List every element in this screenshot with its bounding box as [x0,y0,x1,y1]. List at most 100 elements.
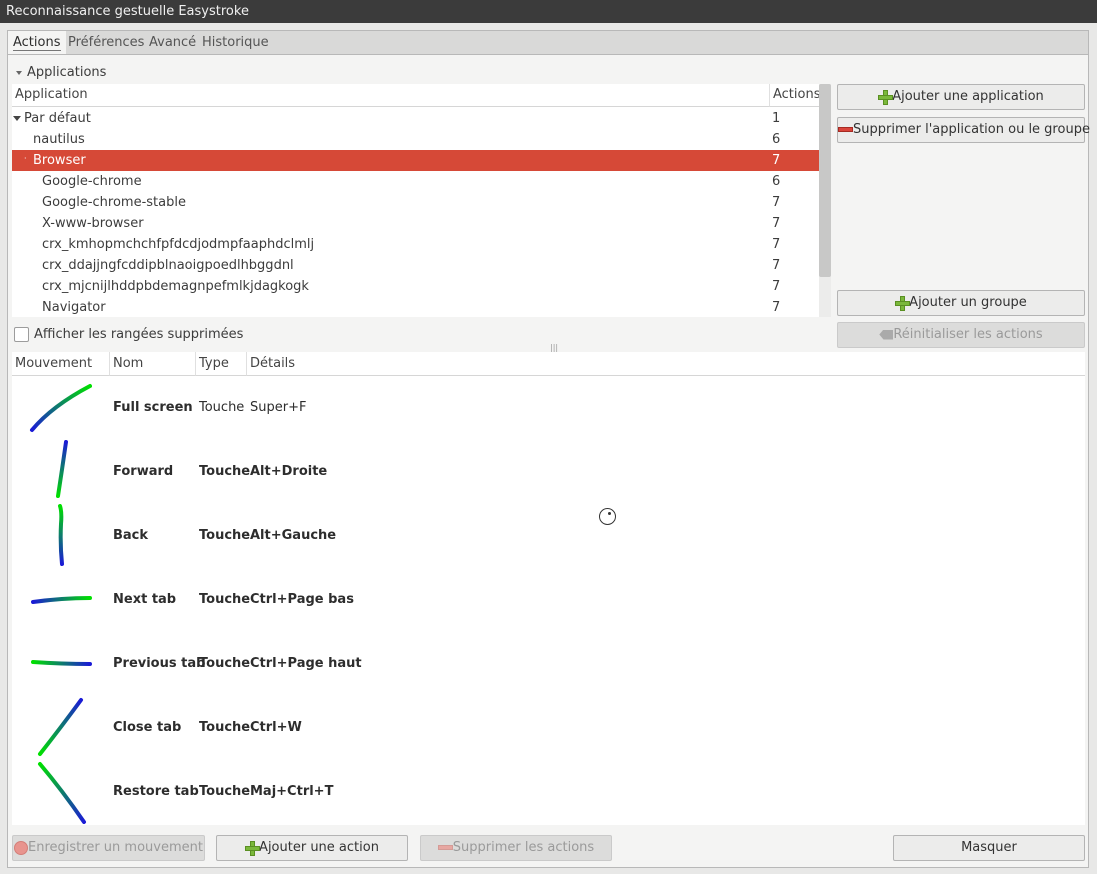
tree-row-count: 7 [772,258,781,273]
applications-expander-label: Applications [27,65,107,80]
record-gesture-label: Enregistrer un mouvement [28,840,203,855]
gesture-chevron-icon [38,762,86,824]
tree-row-count: 6 [772,174,781,189]
tab-advanced[interactable]: Avancé [144,31,201,54]
plus-icon [245,840,261,856]
column-header-gesture[interactable]: Mouvement [12,352,110,376]
action-type: Touche [199,720,251,735]
expanded-arrow-icon[interactable] [13,116,21,121]
tree-row-navigator[interactable]: Navigator 7 [12,297,819,317]
tree-row-label: Par défaut [24,111,91,126]
action-details: Alt+Gauche [250,528,337,543]
tree-row-google-chrome-stable[interactable]: Google-chrome-stable 7 [12,192,819,213]
action-type: Touche [199,784,251,799]
busy-cursor-icon [599,508,616,525]
action-row-back[interactable]: Back Touche Alt+Gauche [12,504,1085,568]
hide-button[interactable]: Masquer [893,835,1085,861]
tree-row-nautilus[interactable]: nautilus 6 [12,129,819,150]
pane-divider[interactable]: ||| [12,344,1084,352]
action-name: Full screen [113,400,193,415]
action-name: Restore tab [113,784,199,799]
tree-row-label: Google-chrome [42,174,142,189]
tree-row-count: 7 [772,300,781,315]
action-name: Close tab [113,720,182,735]
tree-row-browser[interactable]: · Browser 7 [12,150,819,171]
applications-scrollbar-thumb[interactable] [819,84,831,277]
delete-actions-label: Supprimer les actions [452,840,595,855]
action-type: Touche [199,656,251,671]
column-header-application[interactable]: Application [12,84,769,107]
tree-row-label: nautilus [33,132,85,147]
delete-actions-button[interactable]: Supprimer les actions [420,835,612,861]
minus-icon [437,845,453,850]
record-icon [14,840,29,855]
add-group-label: Ajouter un groupe [909,295,1027,310]
add-application-button[interactable]: Ajouter une application [837,84,1085,110]
record-gesture-button[interactable]: Enregistrer un mouvement [12,835,205,861]
tab-actions[interactable]: Actions [8,31,66,56]
expanded-arrow-icon[interactable]: · [24,150,27,168]
action-row-full-screen[interactable]: Full screen Touche Super+F [12,376,1085,440]
tree-row-label: crx_kmhopmchchfpfdcdjodmpfaaphdclmlj [42,237,315,252]
action-type: Touche [199,528,251,543]
tab-history[interactable]: Historique [197,31,274,54]
show-deleted-label[interactable]: Afficher les rangées supprimées [34,327,243,343]
action-row-close-tab[interactable]: Close tab Touche Ctrl+W [12,696,1085,760]
tree-row-crx-3[interactable]: crx_mjcnijlhddpbdemagnpefmlkjdagkogk 7 [12,276,819,297]
tree-row-label: crx_ddajjngfcddipblnaoigpoedlhbggdnl [42,258,294,273]
tree-row-count: 7 [772,195,781,210]
window-title: Reconnaissance gestuelle Easystroke [0,0,1097,23]
remove-application-button[interactable]: Supprimer l'application ou le groupe [837,117,1090,143]
gesture-diag-up-right-icon [30,384,92,432]
plus-icon [895,295,911,311]
action-row-previous-tab[interactable]: Previous tab Touche Ctrl+Page haut [12,632,1085,696]
action-name: Forward [113,464,174,479]
tab-preferences[interactable]: Préférences [63,31,149,54]
tree-row-par-defaut[interactable]: Par défaut 1 [12,108,819,129]
minus-icon [838,127,853,132]
tree-row-label: Navigator [42,300,106,315]
remove-application-label: Supprimer l'application ou le groupe [853,122,1090,137]
action-row-next-tab[interactable]: Next tab Touche Ctrl+Page bas [12,568,1085,632]
tree-row-x-www-browser[interactable]: X-www-browser 7 [12,213,819,234]
action-row-restore-tab[interactable]: Restore tab Touche Maj+Ctrl+T [12,760,1085,824]
hide-label: Masquer [961,840,1017,855]
gesture-vertical-icon [56,440,68,498]
gesture-chevron-icon [38,698,83,756]
gesture-vertical-icon [58,504,64,566]
action-details: Ctrl+Page bas [250,592,354,607]
add-group-button[interactable]: Ajouter un groupe [837,290,1085,316]
column-header-name[interactable]: Nom [110,352,196,376]
action-details: Alt+Droite [250,464,328,479]
column-header-details[interactable]: Détails [247,352,1085,376]
applications-expander[interactable]: Applications [16,65,106,81]
expander-arrow-icon [16,70,22,75]
clear-icon [879,329,894,340]
action-type: Touche [199,400,245,415]
applications-tree[interactable]: Application Actions Par défaut 1 nautilu… [12,84,819,317]
tree-row-label: X-www-browser [42,216,144,231]
tree-row-count: 7 [772,279,781,294]
column-header-type[interactable]: Type [196,352,247,376]
action-name: Previous tab [113,656,206,671]
tree-row-crx-2[interactable]: crx_ddajjngfcddipblnaoigpoedlhbggdnl 7 [12,255,819,276]
tree-row-count: 7 [772,216,781,231]
tree-row-count: 7 [772,237,781,252]
plus-icon [878,89,894,105]
action-row-forward[interactable]: Forward Touche Alt+Droite [12,440,1085,504]
tree-row-count: 6 [772,132,781,147]
tab-bar: Actions Préférences Avancé Historique [7,30,1089,56]
action-details: Ctrl+W [250,720,302,735]
add-action-button[interactable]: Ajouter une action [216,835,408,861]
action-type: Touche [199,592,251,607]
action-type: Touche [199,464,251,479]
add-application-label: Ajouter une application [892,89,1044,104]
tree-row-google-chrome[interactable]: Google-chrome 6 [12,171,819,192]
tree-row-label: Browser [33,153,86,168]
gesture-horizontal-icon [31,660,92,666]
action-details: Ctrl+Page haut [250,656,362,671]
show-deleted-checkbox[interactable] [14,327,29,342]
tree-row-crx-1[interactable]: crx_kmhopmchchfpfdcdjodmpfaaphdclmlj 7 [12,234,819,255]
actions-list[interactable]: Mouvement Nom Type Détails Full screen T… [12,352,1085,825]
column-header-actions[interactable]: Actions [769,84,819,107]
